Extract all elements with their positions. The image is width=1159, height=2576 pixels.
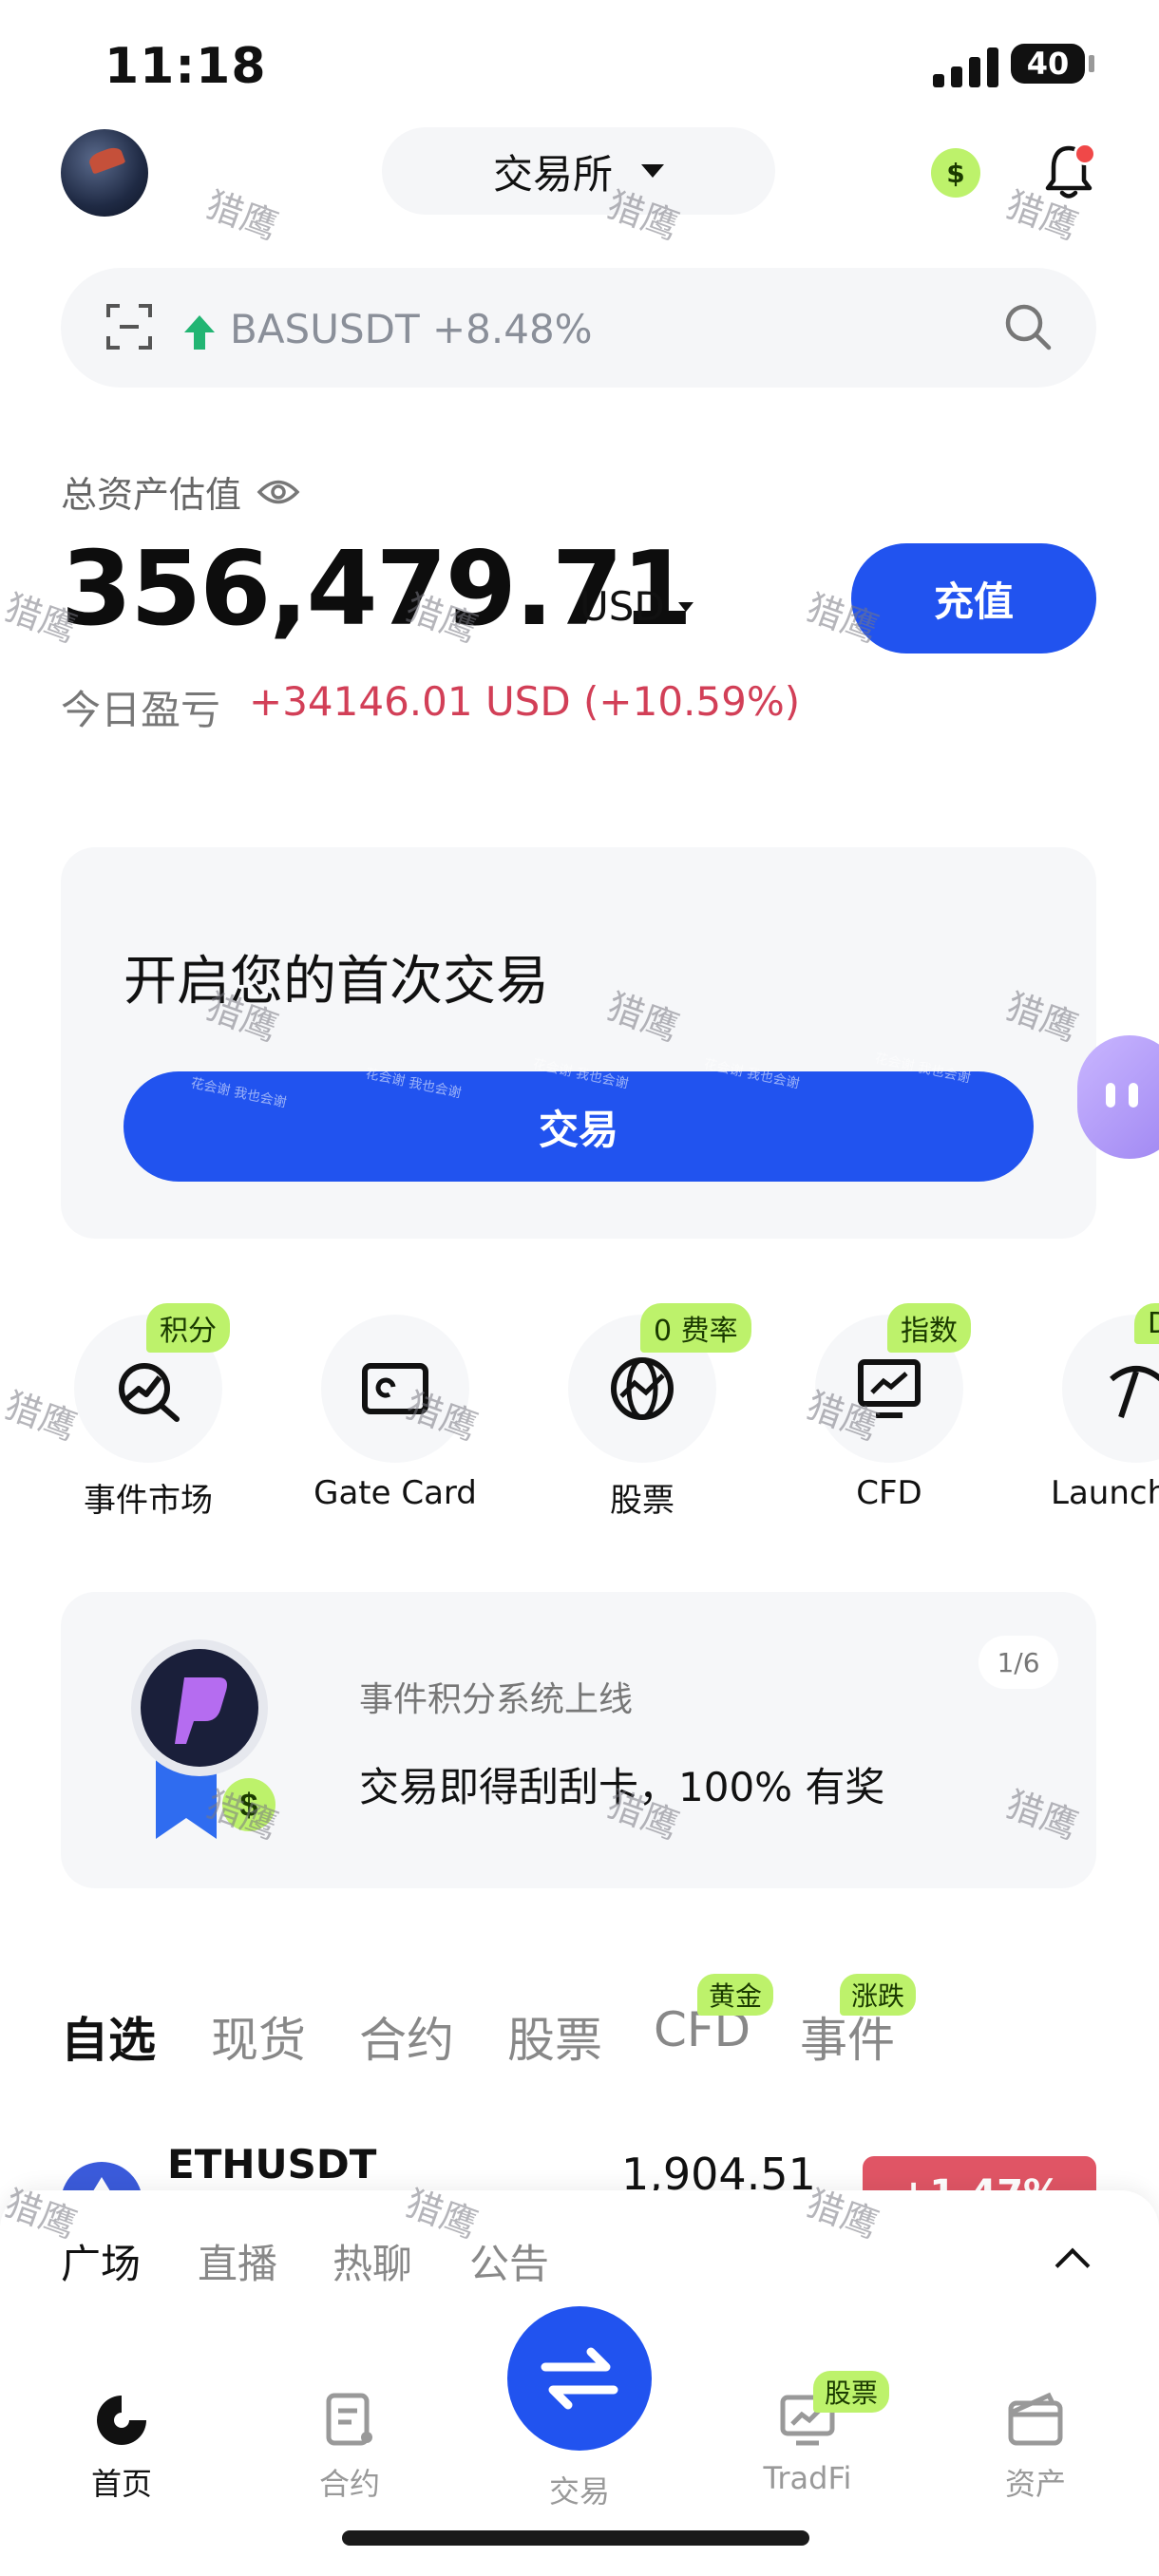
tab-badge: 涨跌 <box>840 1974 917 2016</box>
tab-futures[interactable]: 合约 <box>359 2002 454 2071</box>
nav-label: 首页 <box>90 2466 152 2502</box>
market-symbol[interactable]: ETHUSDT <box>167 2141 376 2188</box>
nav-label: 交易 <box>548 2473 610 2510</box>
tab-live[interactable]: 直播 <box>198 2232 277 2290</box>
nav-label: TradFi <box>763 2460 852 2496</box>
chart-search-icon <box>119 1363 180 1422</box>
signal-icon <box>933 46 998 87</box>
avatar[interactable] <box>61 129 148 217</box>
home-indicator <box>342 2530 809 2546</box>
assistant-bubble-icon[interactable] <box>1077 1035 1159 1159</box>
shortcut-badge: 积分 <box>146 1303 230 1353</box>
first-trade-title: 开启您的首次交易 <box>124 951 549 1013</box>
chevron-down-icon <box>677 601 694 612</box>
eye-icon[interactable] <box>256 478 300 506</box>
tab-badge: 黄金 <box>697 1974 774 2016</box>
shortcut-label: 股票 <box>610 1482 674 1520</box>
nav-badge: 股票 <box>813 2371 890 2413</box>
nav-label: 资产 <box>1004 2466 1066 2502</box>
tab-stocks[interactable]: 股票 <box>507 2002 602 2071</box>
battery-icon: 40 <box>1011 44 1085 84</box>
up-arrow-icon <box>184 315 215 350</box>
nav-home[interactable]: 首页 <box>46 2390 198 2504</box>
search-ticker-text: BASUSDT +8.48% <box>230 306 593 352</box>
chevron-down-icon <box>641 164 664 178</box>
home-icon <box>97 2396 146 2445</box>
watermark: 猎鹰 <box>0 1384 83 1449</box>
globe-icon <box>611 1357 674 1420</box>
scan-icon[interactable] <box>104 302 154 351</box>
tab-hot-chat[interactable]: 热聊 <box>332 2232 412 2290</box>
shortcut-badge: D <box>1134 1303 1159 1344</box>
shortcut-badge: 0 费率 <box>640 1303 751 1353</box>
currency-label: USD <box>580 583 665 630</box>
wallet-icon <box>1008 2392 1063 2446</box>
promo-subtitle: 事件积分系统上线 <box>359 1680 634 1719</box>
shortcut-label: Gate Card <box>314 1474 477 1512</box>
battery-cap <box>1089 55 1094 72</box>
total-assets-label: 总资产估值 <box>61 465 300 518</box>
tab-square[interactable]: 广场 <box>61 2232 141 2290</box>
watermark: 猎鹰 <box>200 183 284 248</box>
shortcut-label: Launch <box>1051 1474 1159 1512</box>
status-time: 11:18 <box>104 38 267 95</box>
nav-futures[interactable]: 合约 <box>274 2390 426 2504</box>
pnl-value: +34146.01 USD (+10.59%) <box>249 678 801 725</box>
shortcut-label: 事件市场 <box>84 1482 213 1520</box>
tab-announcements[interactable]: 公告 <box>469 2232 549 2290</box>
currency-selector[interactable]: USD <box>580 583 694 630</box>
exchange-selector[interactable]: 交易所 <box>382 127 775 215</box>
dollar-icon[interactable]: $ <box>931 148 980 198</box>
swap-arrows-icon <box>541 2347 618 2410</box>
shortcut-badge: 指数 <box>887 1303 971 1353</box>
exchange-label: 交易所 <box>492 150 613 198</box>
document-icon <box>326 2393 372 2446</box>
total-assets-text: 总资产估值 <box>61 474 242 516</box>
pickaxe-icon <box>1110 1366 1159 1418</box>
notification-dot <box>1074 142 1096 165</box>
shortcut-label: CFD <box>856 1474 922 1512</box>
search-icon[interactable] <box>1001 300 1054 353</box>
nav-label: 合约 <box>318 2466 380 2502</box>
pnl-label: 今日盈亏 <box>61 687 221 733</box>
tab-favorites[interactable]: 自选 <box>61 2002 156 2071</box>
promo-page-indicator: 1/6 <box>978 1636 1058 1689</box>
trade-fab-button[interactable] <box>507 2306 652 2451</box>
deposit-button[interactable]: 充值 <box>851 543 1096 653</box>
tab-spot[interactable]: 现货 <box>211 2002 306 2071</box>
nav-assets[interactable]: 资产 <box>960 2390 1112 2504</box>
